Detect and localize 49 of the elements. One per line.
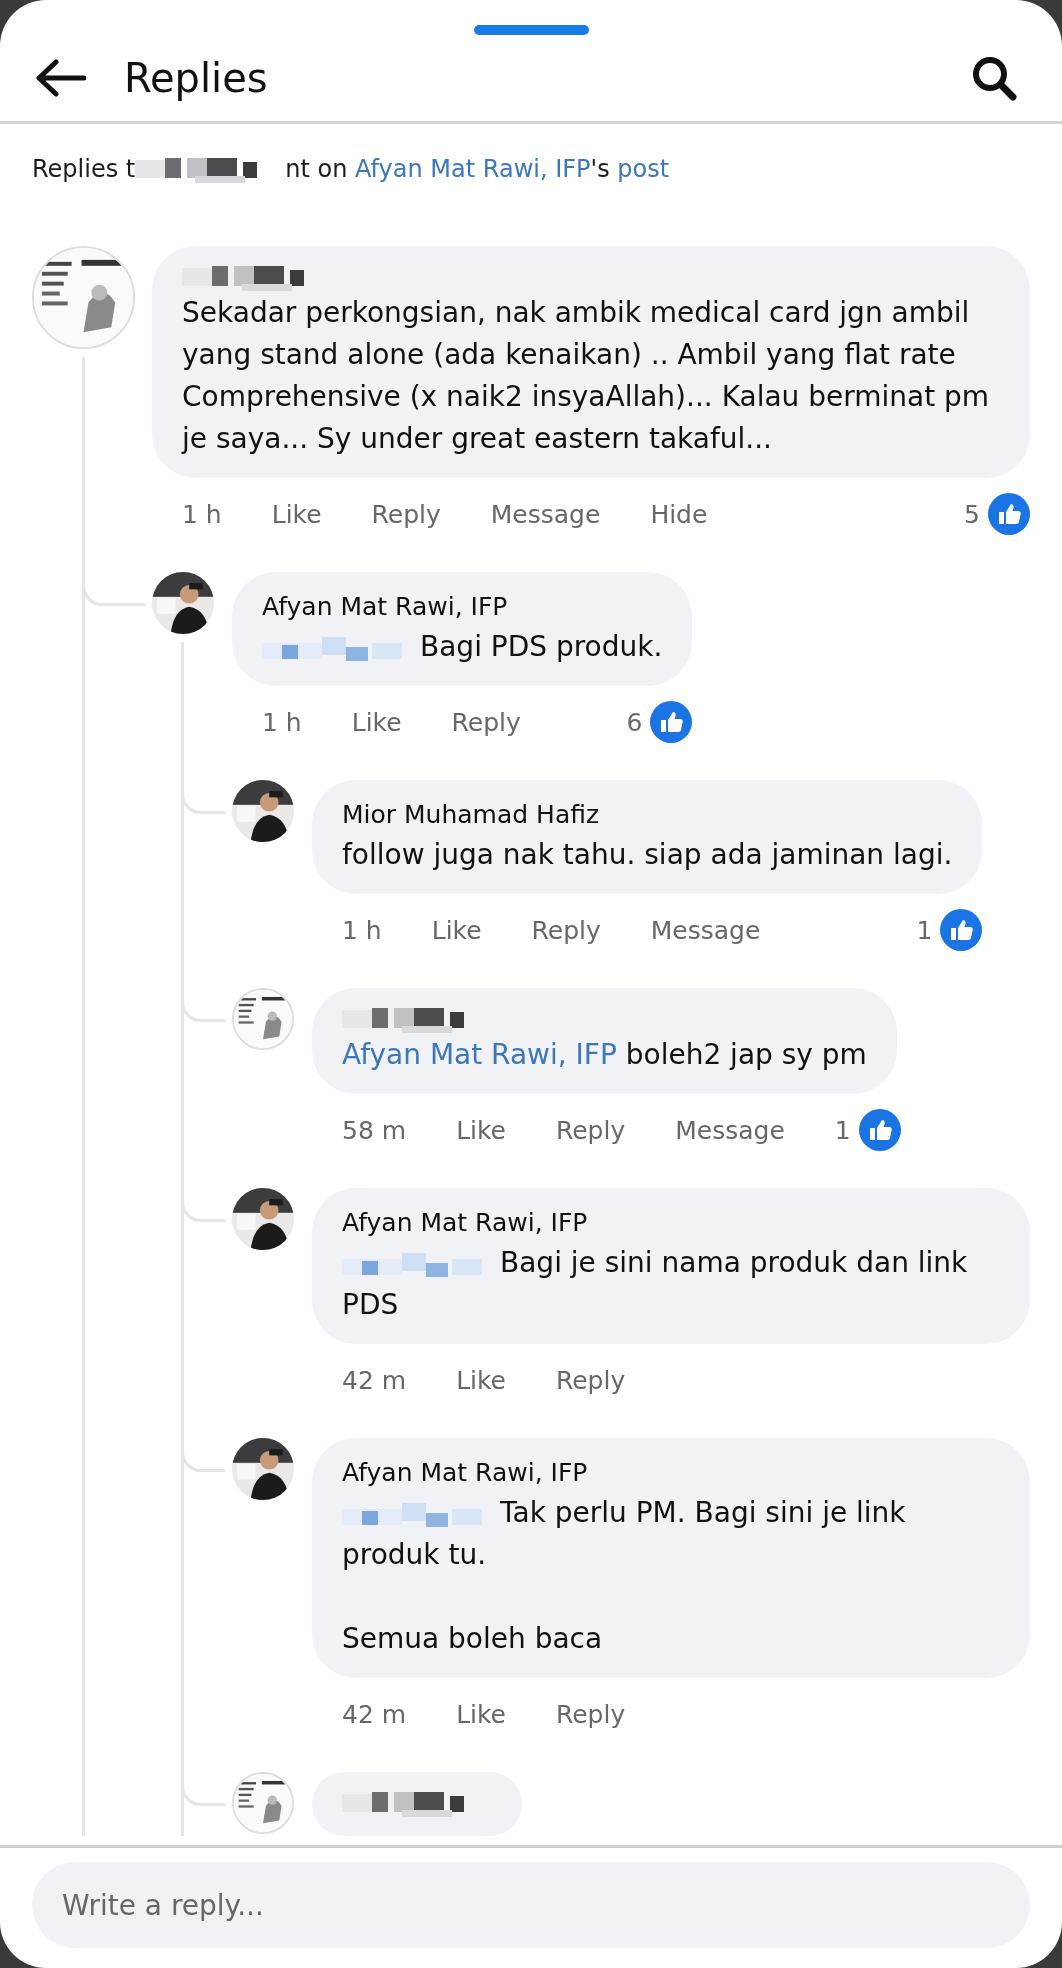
like-icon bbox=[988, 493, 1030, 535]
like-icon bbox=[650, 701, 693, 743]
comment-text: Bagi je sini nama produk dan link PDS bbox=[342, 1245, 969, 1323]
comment-action-link[interactable]: Like bbox=[456, 1365, 506, 1395]
comment-text: Bagi PDS produk. bbox=[262, 626, 663, 668]
comment-action-link[interactable]: Message bbox=[490, 499, 601, 529]
comment-time: 42 m bbox=[342, 1365, 407, 1395]
context-text: 's bbox=[590, 155, 611, 183]
comment-text: Tak perlu PM. Bagi sini je link produk tu. Semua boleh baca bbox=[342, 1495, 907, 1657]
comment-action-link[interactable]: Message bbox=[675, 1115, 785, 1145]
comment-time: 42 m bbox=[342, 1699, 407, 1729]
reply-input-field[interactable]: Write a reply... bbox=[32, 1862, 1030, 1948]
comment-time: 1 h bbox=[342, 915, 382, 945]
like-count: 5 bbox=[964, 499, 980, 529]
comment-text: Afyan Mat Rawi, IFP boleh2 jap sy pm bbox=[342, 1037, 867, 1073]
comment-time: 1 h bbox=[262, 707, 302, 737]
comment-action-link[interactable]: Reply bbox=[555, 1699, 626, 1729]
context-text: nt on bbox=[285, 155, 349, 183]
comment-text: Sekadar perkongsian, nak ambik medical card jgn ambil yang stand alone (ada kenaikan) .. Ambil yang flat rate Comprehensive (x naik2 insyaAllah)... Kalau berminat pm je saya... Sy under great eastern takaful... bbox=[182, 295, 991, 457]
drag-handle[interactable] bbox=[473, 25, 589, 35]
context-text: Replies t bbox=[32, 155, 136, 183]
like-count: 1 bbox=[916, 915, 933, 945]
author-name[interactable]: Afyan Mat Rawi, IFP bbox=[342, 1454, 1000, 1492]
comment-action-link[interactable]: Reply bbox=[451, 707, 521, 737]
like-icon bbox=[858, 1109, 901, 1151]
comment-action-link[interactable]: Reply bbox=[555, 1115, 626, 1145]
comment-action-link[interactable]: Reply bbox=[531, 915, 601, 945]
like-icon bbox=[940, 909, 983, 951]
like-count: 6 bbox=[626, 707, 643, 737]
comment-action-link[interactable]: Hide bbox=[650, 499, 708, 529]
comment-text: follow juga nak tahu. siap ada jaminan lagi. bbox=[342, 837, 953, 873]
comment-action-link[interactable]: Reply bbox=[555, 1365, 626, 1395]
window-title: Replies bbox=[124, 55, 269, 101]
author-name[interactable]: Afyan Mat Rawi, IFP bbox=[262, 588, 663, 626]
author-name[interactable]: Mior Muhamad Hafiz bbox=[342, 796, 953, 834]
page-link[interactable]: Afyan Mat Rawi, IFP bbox=[355, 155, 591, 183]
comment-action-link[interactable]: Like bbox=[271, 499, 322, 529]
comment-action-link[interactable]: Like bbox=[351, 707, 402, 737]
post-link[interactable]: post bbox=[617, 155, 670, 183]
comment-action-link[interactable]: Like bbox=[456, 1115, 506, 1145]
comment-time: 1 h bbox=[182, 499, 222, 529]
comment-action-link[interactable]: Like bbox=[431, 915, 482, 945]
comment-time: 58 m bbox=[342, 1115, 407, 1145]
mention-link[interactable]: Afyan Mat Rawi, IFP bbox=[342, 1038, 617, 1071]
comment-action-link[interactable]: Message bbox=[650, 915, 761, 945]
like-count: 1 bbox=[834, 1115, 851, 1145]
author-name[interactable]: Afyan Mat Rawi, IFP bbox=[342, 1204, 1000, 1242]
comment-action-link[interactable]: Like bbox=[456, 1699, 506, 1729]
comment-action-link[interactable]: Reply bbox=[371, 499, 441, 529]
